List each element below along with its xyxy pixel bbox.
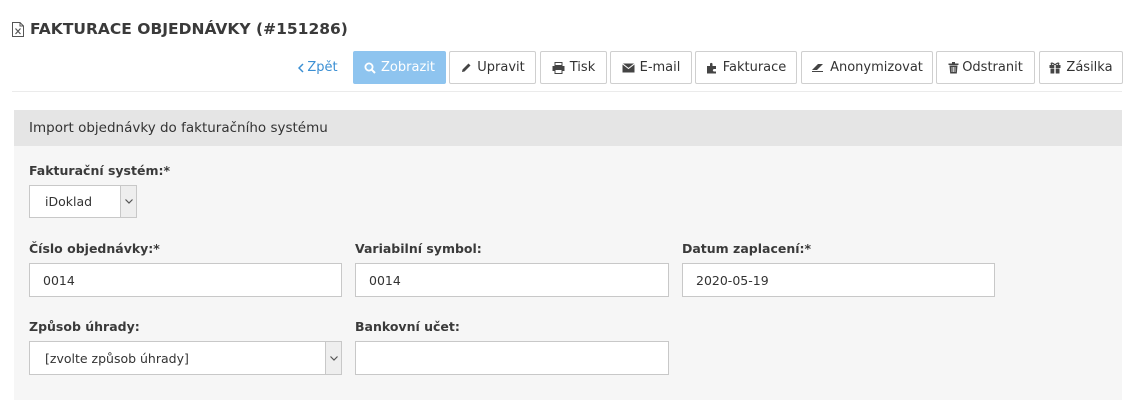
payment-date-value: 2020-05-19 (696, 272, 769, 288)
envelope-icon (621, 62, 635, 72)
panel-heading: Import objednávky do fakturačního systém… (14, 110, 1122, 146)
payment-method-value: [zvolte způsob úhrady] (45, 350, 189, 366)
order-number-value: 0014 (43, 272, 75, 288)
payment-date-field[interactable]: 2020-05-19 (682, 263, 995, 297)
action-toolbar: Zpět Zobrazit Upravit Tisk E-mail Faktur… (0, 51, 1134, 85)
back-button[interactable]: Zpět (292, 51, 344, 84)
invoice-button[interactable]: Fakturace (695, 51, 797, 84)
invoice-button-label: Fakturace (722, 60, 787, 75)
page-title-text: FAKTURACE OBJEDNÁVKY (#151286) (30, 20, 348, 38)
email-button-label: E-mail (639, 60, 681, 75)
variable-symbol-label: Variabilní symbol: (355, 241, 482, 256)
chevron-left-icon (298, 62, 304, 73)
edit-button[interactable]: Upravit (449, 51, 536, 84)
billing-system-select[interactable]: iDoklad (29, 185, 137, 218)
eraser-icon (812, 64, 824, 72)
delete-button[interactable]: Odstranit (936, 51, 1035, 84)
payment-method-select[interactable]: [zvolte způsob úhrady] (29, 341, 342, 375)
order-number-label: Číslo objednávky:* (29, 241, 160, 256)
shipment-button[interactable]: Zásilka (1039, 51, 1123, 84)
billing-system-label: Fakturační systém:* (29, 163, 171, 178)
invoice-import-panel: Import objednávky do fakturačního systém… (14, 110, 1122, 400)
variable-symbol-field[interactable]: 0014 (355, 263, 669, 297)
chevron-down-icon (120, 186, 136, 217)
chevron-down-icon (325, 342, 341, 374)
puzzle-icon (706, 62, 716, 73)
trash-icon (948, 61, 959, 73)
variable-symbol-value: 0014 (369, 272, 401, 288)
payment-date-label: Datum zaplacení:* (682, 241, 812, 256)
print-button[interactable]: Tisk (540, 51, 607, 84)
bank-account-label: Bankovní učet: (355, 319, 460, 334)
back-button-label: Zpět (307, 60, 338, 75)
payment-method-label: Způsob úhrady: (29, 319, 140, 334)
print-button-label: Tisk (569, 60, 596, 75)
printer-icon (552, 61, 565, 74)
delete-button-label: Odstranit (962, 60, 1023, 75)
document-icon (12, 21, 24, 37)
shipment-button-label: Zásilka (1066, 60, 1113, 75)
view-button-label: Zobrazit (381, 60, 435, 75)
anonymize-button-label: Anonymizovat (830, 60, 923, 75)
view-button[interactable]: Zobrazit (353, 51, 446, 84)
search-icon (364, 62, 376, 74)
pencil-icon (462, 63, 471, 72)
gift-icon (1049, 62, 1061, 73)
header-divider (12, 91, 1122, 92)
anonymize-button[interactable]: Anonymizovat (801, 51, 933, 84)
bank-account-field[interactable] (355, 341, 669, 375)
page-title: FAKTURACE OBJEDNÁVKY (#151286) (12, 20, 348, 38)
billing-system-value: iDoklad (45, 194, 93, 209)
email-button[interactable]: E-mail (610, 51, 692, 84)
edit-button-label: Upravit (477, 60, 525, 75)
order-number-field[interactable]: 0014 (29, 263, 342, 297)
